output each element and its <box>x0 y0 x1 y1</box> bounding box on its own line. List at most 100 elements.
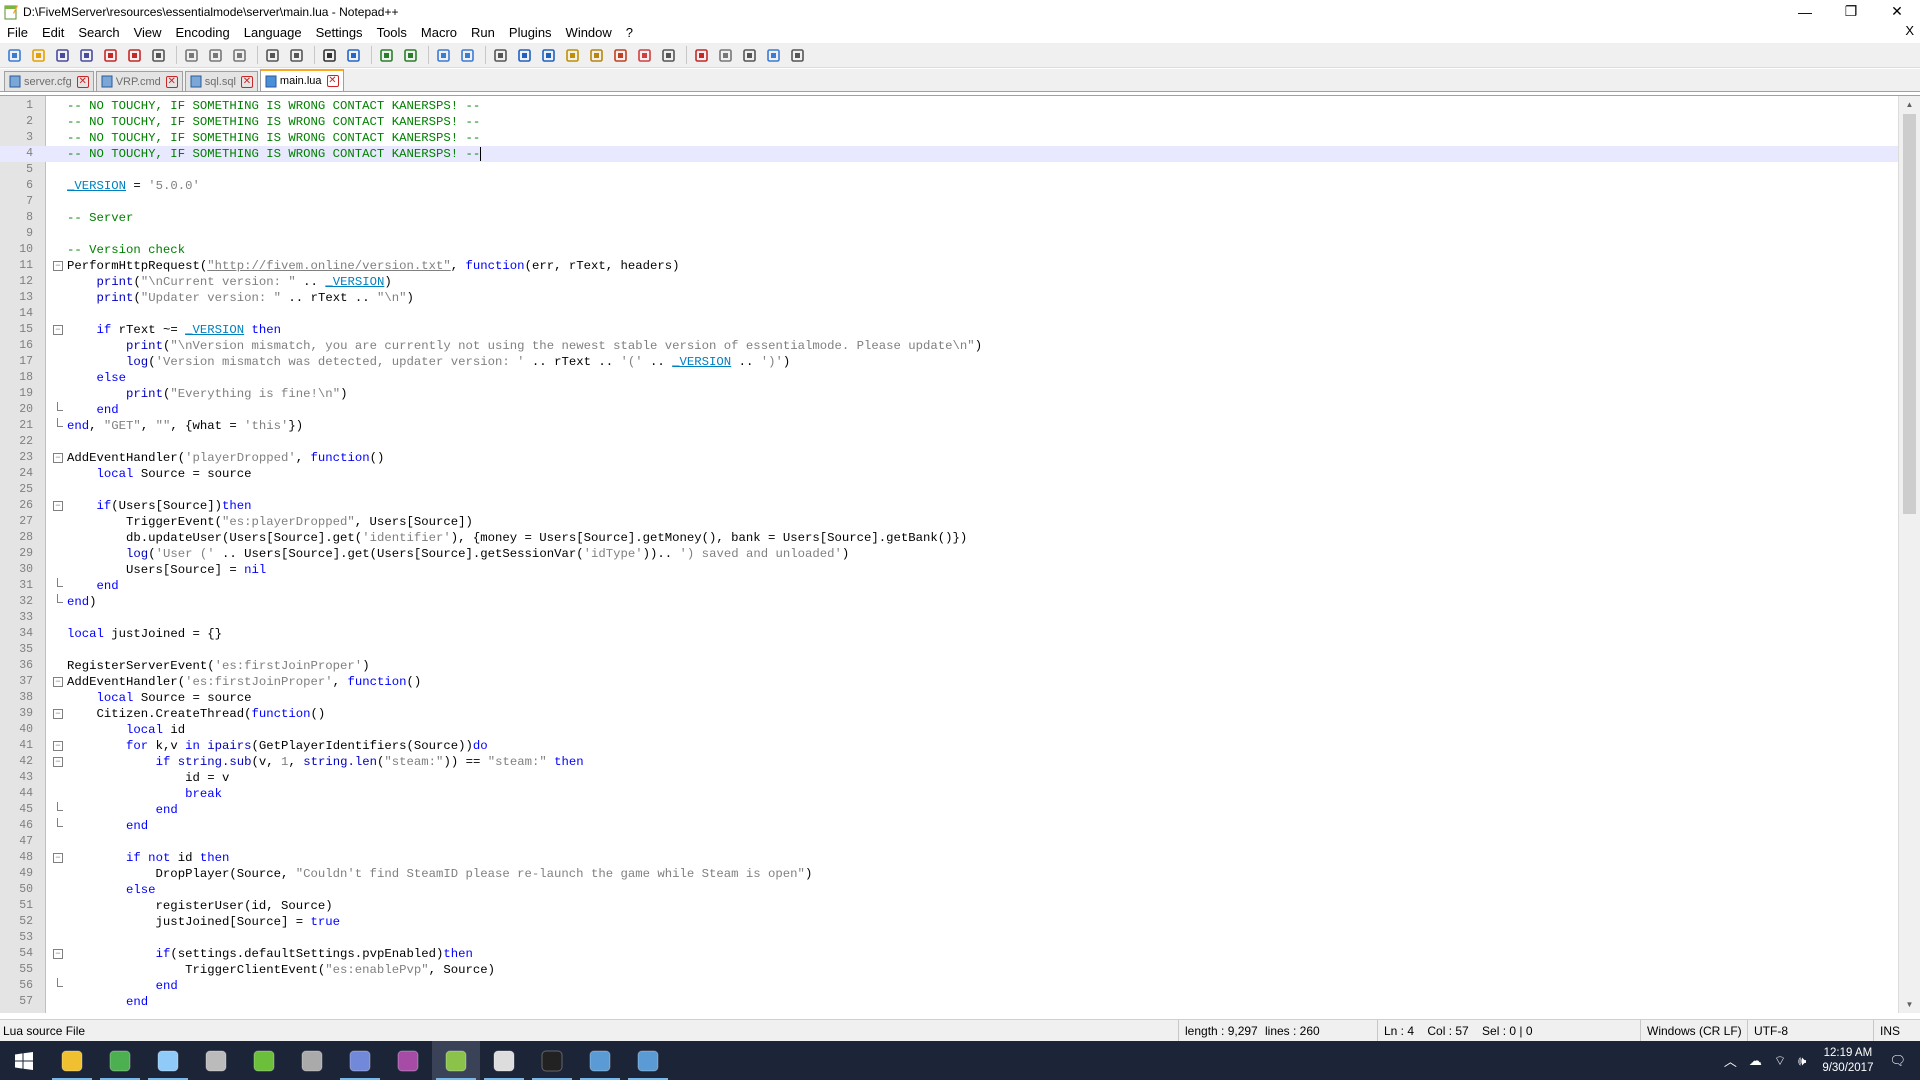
code-text[interactable]: local id <box>67 722 185 738</box>
close-document-button[interactable]: X <box>1905 23 1914 38</box>
play-macro-icon[interactable] <box>739 45 760 66</box>
code-lines[interactable]: 1 -- NO TOUCHY, IF SOMETHING IS WRONG CON… <box>0 98 1898 1010</box>
code-line[interactable]: 9 <box>0 226 1898 242</box>
code-line[interactable]: 18 else <box>0 370 1898 386</box>
menu-file[interactable]: File <box>0 23 35 43</box>
redo-icon[interactable] <box>286 45 307 66</box>
code-line[interactable]: 4 -- NO TOUCHY, IF SOMETHING IS WRONG CON… <box>0 146 1898 162</box>
taskbar-fivem-icon[interactable] <box>288 1041 336 1080</box>
close-button[interactable]: ✕ <box>1874 0 1920 23</box>
vertical-scrollbar[interactable]: ▲ ▼ <box>1898 96 1920 1013</box>
tab-close-icon[interactable]: ✕ <box>240 75 253 88</box>
code-text[interactable]: print("\nCurrent version: " .. _VERSION) <box>67 274 392 290</box>
new-file-icon[interactable] <box>4 45 25 66</box>
code-line[interactable]: 45 end <box>0 802 1898 818</box>
code-line[interactable]: 23 − AddEventHandler('playerDropped', func… <box>0 450 1898 466</box>
code-line[interactable]: 14 <box>0 306 1898 322</box>
scroll-up-arrow-icon[interactable]: ▲ <box>1899 96 1920 113</box>
code-line[interactable]: 25 <box>0 482 1898 498</box>
taskbar-mysql-workbench-2-icon[interactable] <box>624 1041 672 1080</box>
code-line[interactable]: 53 <box>0 930 1898 946</box>
code-line[interactable]: 29 log('User (' .. Users[Source].get(Use… <box>0 546 1898 562</box>
code-line[interactable]: 31 end <box>0 578 1898 594</box>
code-text[interactable]: Citizen.CreateThread(function() <box>67 706 326 722</box>
code-line[interactable]: 49 DropPlayer(Source, "Couldn't find Ste… <box>0 866 1898 882</box>
cut-icon[interactable] <box>181 45 202 66</box>
code-line[interactable]: 50 else <box>0 882 1898 898</box>
undo-icon[interactable] <box>262 45 283 66</box>
save-icon[interactable] <box>52 45 73 66</box>
code-line[interactable]: 8 -- Server <box>0 210 1898 226</box>
code-line[interactable]: 55 TriggerClientEvent("es:enablePvp", So… <box>0 962 1898 978</box>
tab-main-lua[interactable]: main.lua ✕ <box>259 69 344 91</box>
code-text[interactable]: -- NO TOUCHY, IF SOMETHING IS WRONG CONT… <box>67 130 480 146</box>
code-text[interactable]: log('User (' .. Users[Source].get(Users[… <box>67 546 849 562</box>
code-line[interactable]: 6 _VERSION = '5.0.0' <box>0 178 1898 194</box>
action-center-icon[interactable]: 🗨 <box>1889 1053 1906 1069</box>
code-text[interactable]: end) <box>67 594 97 610</box>
code-text[interactable]: -- Version check <box>67 242 185 258</box>
code-text[interactable]: -- NO TOUCHY, IF SOMETHING IS WRONG CONT… <box>67 114 480 130</box>
fold-toggle-icon[interactable]: − <box>53 677 63 687</box>
menu-tools[interactable]: Tools <box>370 23 414 43</box>
code-line[interactable]: 2 -- NO TOUCHY, IF SOMETHING IS WRONG CON… <box>0 114 1898 130</box>
show-all-chars-icon[interactable] <box>514 45 535 66</box>
code-line[interactable]: 27 TriggerEvent("es:playerDropped", User… <box>0 514 1898 530</box>
taskbar-utorrent-icon[interactable] <box>240 1041 288 1080</box>
code-text[interactable]: AddEventHandler('playerDropped', functio… <box>67 450 384 466</box>
code-text[interactable]: else <box>67 370 127 386</box>
maximize-button[interactable]: ❐ <box>1828 0 1874 23</box>
code-text[interactable]: if string.sub(v, 1, string.len("steam:")… <box>67 754 584 770</box>
taskbar-winrar-icon[interactable] <box>384 1041 432 1080</box>
stop-macro-icon[interactable] <box>715 45 736 66</box>
find-icon[interactable] <box>319 45 340 66</box>
paste-icon[interactable] <box>229 45 250 66</box>
code-line[interactable]: 41 − for k,v in ipairs(GetPlayerIdentifie… <box>0 738 1898 754</box>
save-all-icon[interactable] <box>76 45 97 66</box>
tab-sql-sql[interactable]: sql.sql ✕ <box>184 71 258 91</box>
fold-toggle-icon[interactable]: − <box>53 709 63 719</box>
code-text[interactable]: end <box>67 978 178 994</box>
minimize-button[interactable]: — <box>1782 0 1828 23</box>
code-editor[interactable]: 1 -- NO TOUCHY, IF SOMETHING IS WRONG CON… <box>0 95 1920 1013</box>
fold-toggle-icon[interactable]: − <box>53 325 63 335</box>
code-line[interactable]: 34 local justJoined = {} <box>0 626 1898 642</box>
tab-close-icon[interactable]: ✕ <box>165 75 178 88</box>
code-line[interactable]: 12 print("\nCurrent version: " .. _VERSI… <box>0 274 1898 290</box>
print-icon[interactable] <box>148 45 169 66</box>
menu-window[interactable]: Window <box>559 23 619 43</box>
udl-icon[interactable] <box>562 45 583 66</box>
taskbar-chrome-icon[interactable] <box>96 1041 144 1080</box>
code-text[interactable]: -- NO TOUCHY, IF SOMETHING IS WRONG CONT… <box>67 98 480 114</box>
menu-plugins[interactable]: Plugins <box>502 23 559 43</box>
save-macro-icon[interactable] <box>787 45 808 66</box>
menu-encoding[interactable]: Encoding <box>169 23 237 43</box>
sync-vertical-icon[interactable] <box>433 45 454 66</box>
code-text[interactable]: DropPlayer(Source, "Couldn't find SteamI… <box>67 866 813 882</box>
code-line[interactable]: 20 end <box>0 402 1898 418</box>
code-line[interactable]: 11 − PerformHttpRequest("http://fivem.onli… <box>0 258 1898 274</box>
menu-macro[interactable]: Macro <box>414 23 464 43</box>
code-text[interactable]: print("\nVersion mismatch, you are curre… <box>67 338 982 354</box>
status-eol[interactable]: Windows (CR LF) <box>1640 1020 1742 1042</box>
code-line[interactable]: 22 <box>0 434 1898 450</box>
run-macro-multiple-icon[interactable] <box>763 45 784 66</box>
code-text[interactable]: for k,v in ipairs(GetPlayerIdentifiers(S… <box>67 738 488 754</box>
fold-toggle-icon[interactable]: − <box>53 949 63 959</box>
code-text[interactable]: break <box>67 786 222 802</box>
menu-help[interactable]: ? <box>619 23 640 43</box>
close-all-icon[interactable] <box>124 45 145 66</box>
code-line[interactable]: 37 − AddEventHandler('es:firstJoinProper',… <box>0 674 1898 690</box>
fold-toggle-icon[interactable]: − <box>53 501 63 511</box>
onedrive-icon[interactable]: ☁ <box>1749 1053 1762 1069</box>
code-line[interactable]: 54 − if(settings.defaultSettings.pvpEnabl… <box>0 946 1898 962</box>
code-line[interactable]: 3 -- NO TOUCHY, IF SOMETHING IS WRONG CON… <box>0 130 1898 146</box>
code-line[interactable]: 1 -- NO TOUCHY, IF SOMETHING IS WRONG CON… <box>0 98 1898 114</box>
code-line[interactable]: 43 id = v <box>0 770 1898 786</box>
code-text[interactable]: log('Version mismatch was detected, upda… <box>67 354 790 370</box>
code-line[interactable]: 15 − if rText ~= _VERSION then <box>0 322 1898 338</box>
code-text[interactable]: print("Everything is fine!\n") <box>67 386 347 402</box>
code-line[interactable]: 39 − Citizen.CreateThread(function() <box>0 706 1898 722</box>
code-line[interactable]: 26 − if(Users[Source])then <box>0 498 1898 514</box>
code-line[interactable]: 19 print("Everything is fine!\n") <box>0 386 1898 402</box>
